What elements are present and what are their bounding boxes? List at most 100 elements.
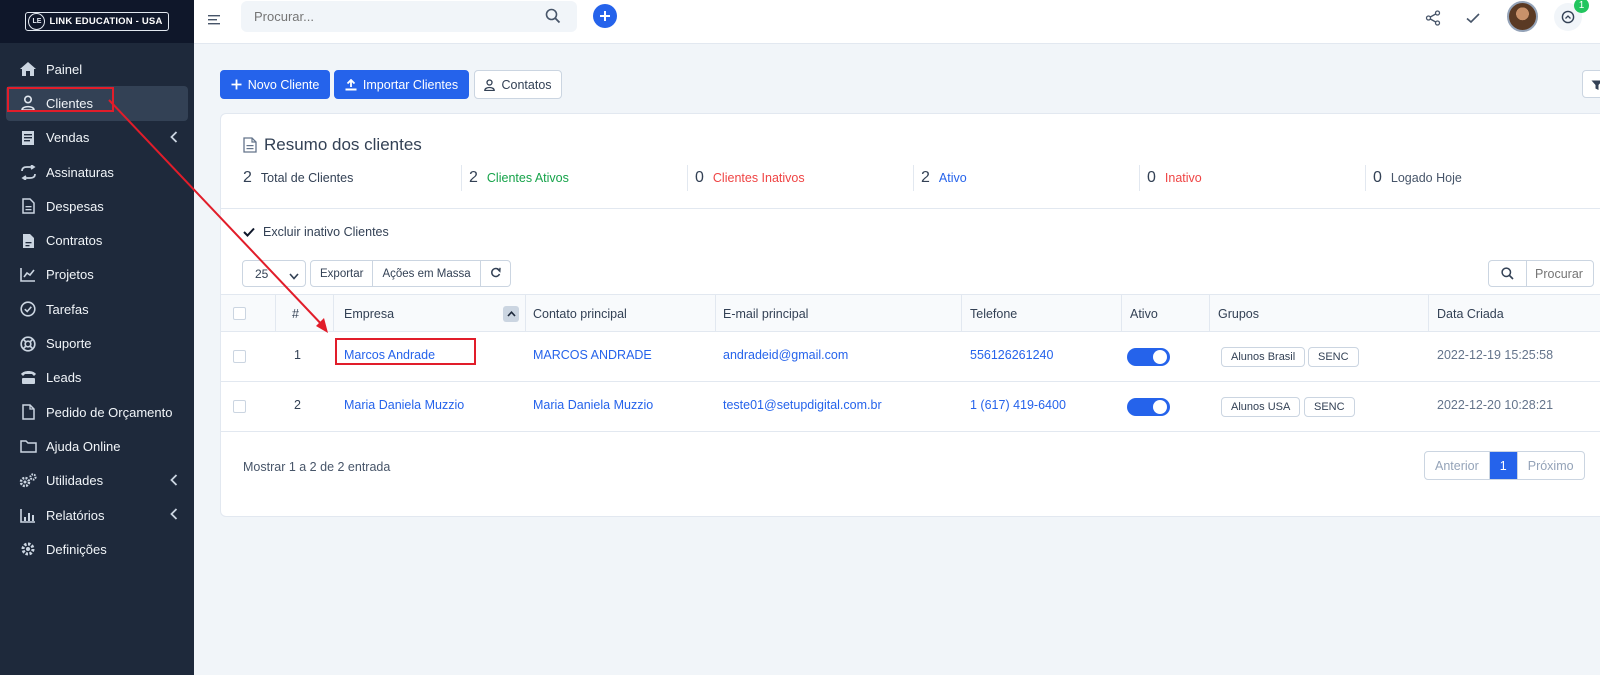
contacts-button[interactable]: Contatos: [474, 70, 562, 99]
document-icon: [18, 196, 38, 216]
sort-asc-icon[interactable]: [503, 306, 519, 322]
home-icon: [18, 59, 38, 79]
search-icon[interactable]: [545, 8, 561, 27]
stat-active-clients[interactable]: 2 Clientes Ativos: [469, 167, 569, 189]
row-checkbox[interactable]: [233, 400, 246, 413]
stat-total-clients[interactable]: 2 Total de Clientes: [243, 167, 353, 189]
export-button[interactable]: Exportar: [311, 261, 374, 286]
column-header-active[interactable]: Ativo: [1130, 295, 1158, 332]
summary-title-text: Resumo dos clientes: [264, 135, 422, 154]
sidebar-item-contratos[interactable]: Contratos: [6, 223, 188, 257]
sidebar-item-projetos[interactable]: Projetos: [6, 258, 188, 292]
checkbox-box: [233, 350, 246, 363]
upload-icon: [345, 78, 357, 91]
sidebar-item-relatorios[interactable]: Relatórios: [6, 498, 188, 532]
company-link[interactable]: Marcos Andrade: [344, 348, 435, 362]
import-clients-button[interactable]: Importar Clientes: [334, 70, 469, 99]
sidebar-item-clientes[interactable]: Clientes: [6, 86, 188, 121]
stat-logged-today[interactable]: 0 Logado Hoje: [1373, 167, 1462, 189]
avatar[interactable]: [1507, 1, 1538, 32]
page-size-select[interactable]: 25: [242, 260, 306, 287]
table-header: # Empresa Contato principal E-mail princ…: [221, 294, 1600, 332]
sidebar-item-ajuda-online[interactable]: Ajuda Online: [6, 429, 188, 463]
active-toggle[interactable]: [1127, 398, 1170, 416]
column-divider: [1121, 295, 1122, 332]
column-header-groups[interactable]: Grupos: [1218, 295, 1259, 332]
row-checkbox[interactable]: [233, 350, 246, 363]
bulk-actions-button[interactable]: Ações em Massa: [373, 261, 481, 286]
sidebar-item-label: Utilidades: [46, 473, 104, 489]
filter-button[interactable]: [1582, 70, 1600, 98]
sidebar-item-leads[interactable]: Leads: [6, 361, 188, 395]
check-icon[interactable]: [1463, 8, 1483, 28]
sidebar-item-vendas[interactable]: Vendas: [6, 121, 188, 155]
user-icon: [18, 93, 38, 113]
check-circle-icon: [18, 299, 38, 319]
exclude-inactive-label: Excluir inativo Clientes: [263, 225, 389, 239]
company-link[interactable]: Maria Daniela Muzzio: [344, 398, 464, 412]
stat-active-contacts[interactable]: 2 Ativo: [921, 167, 967, 189]
contacts-label: Contatos: [501, 77, 552, 92]
table-row: 1 Marcos Andrade MARCOS ANDRADE andradei…: [221, 332, 1600, 382]
sidebar-item-utilidades[interactable]: Utilidades: [6, 464, 188, 498]
sidebar-item-assinaturas[interactable]: Assinaturas: [6, 155, 188, 189]
stat-divider: [1365, 165, 1366, 191]
email-link[interactable]: teste01@setupdigital.com.br: [723, 398, 882, 412]
stat-value: 2: [921, 169, 930, 186]
brand-logo[interactable]: LE LINK EDUCATION - USA: [25, 12, 169, 31]
logo-text: LINK EDUCATION - USA: [49, 16, 163, 27]
column-header-email[interactable]: E-mail principal: [723, 295, 808, 332]
sidebar-item-tarefas[interactable]: Tarefas: [6, 292, 188, 326]
table-tools: Exportar Ações em Massa: [310, 260, 511, 287]
phone-link[interactable]: 556126261240: [970, 348, 1053, 362]
email-link[interactable]: andradeid@gmail.com: [723, 348, 848, 362]
contact-link[interactable]: Maria Daniela Muzzio: [533, 398, 653, 412]
pagination-next[interactable]: Próximo: [1518, 452, 1584, 479]
exclude-inactive-checkbox[interactable]: Excluir inativo Clientes: [243, 225, 389, 239]
sidebar-item-suporte[interactable]: Suporte: [6, 326, 188, 360]
document-icon: [243, 137, 257, 153]
new-client-button[interactable]: Novo Cliente: [220, 70, 330, 99]
checkmark-icon: [243, 227, 255, 237]
menu-toggle-icon[interactable]: [208, 14, 224, 30]
column-header-phone[interactable]: Telefone: [970, 295, 1017, 332]
stat-divider: [687, 165, 688, 191]
sidebar-item-painel[interactable]: Painel: [6, 52, 188, 86]
phone-link[interactable]: 1 (617) 419-6400: [970, 398, 1066, 412]
sidebar-item-pedido-orcamento[interactable]: Pedido de Orçamento: [6, 395, 188, 429]
group-tag: SENC: [1304, 397, 1355, 417]
column-divider: [333, 295, 334, 332]
table-search-input[interactable]: [1527, 261, 1593, 286]
pagination-page[interactable]: 1: [1489, 452, 1518, 479]
sidebar-item-definicoes[interactable]: Definições: [6, 532, 188, 566]
search-icon[interactable]: [1489, 261, 1527, 286]
column-header-company[interactable]: Empresa: [344, 295, 394, 332]
select-all-checkbox[interactable]: [233, 295, 246, 332]
quick-add-button[interactable]: [593, 4, 617, 28]
sidebar-item-despesas[interactable]: Despesas: [6, 189, 188, 223]
stat-divider: [913, 165, 914, 191]
stat-inactive-contacts[interactable]: 0 Inativo: [1147, 167, 1202, 189]
pagination-prev[interactable]: Anterior: [1425, 452, 1490, 479]
column-header-contact[interactable]: Contato principal: [533, 295, 627, 332]
sidebar-item-label: Clientes: [46, 95, 93, 111]
column-divider: [525, 295, 526, 332]
stat-inactive-clients[interactable]: 0 Clientes Inativos: [695, 167, 805, 189]
share-icon[interactable]: [1423, 8, 1443, 28]
stat-label: Inativo: [1164, 171, 1202, 185]
checkbox-box: [233, 400, 246, 413]
active-toggle[interactable]: [1127, 348, 1170, 366]
contact-link[interactable]: MARCOS ANDRADE: [533, 348, 652, 362]
pagination: Anterior 1 Próximo: [1424, 451, 1585, 480]
summary-stats: 2 Total de Clientes 2 Clientes Ativos 0 …: [221, 165, 1600, 197]
sidebar-item-label: Tarefas: [46, 301, 89, 317]
global-search: [241, 1, 577, 32]
search-input[interactable]: [241, 1, 531, 32]
column-header-num[interactable]: #: [292, 295, 299, 332]
topbar: 1: [194, 0, 1600, 44]
logo-mark: LE: [28, 13, 46, 30]
user-icon: [484, 78, 496, 91]
column-header-created[interactable]: Data Criada: [1437, 295, 1504, 332]
refresh-button[interactable]: [481, 261, 510, 286]
folder-icon: [18, 436, 38, 456]
